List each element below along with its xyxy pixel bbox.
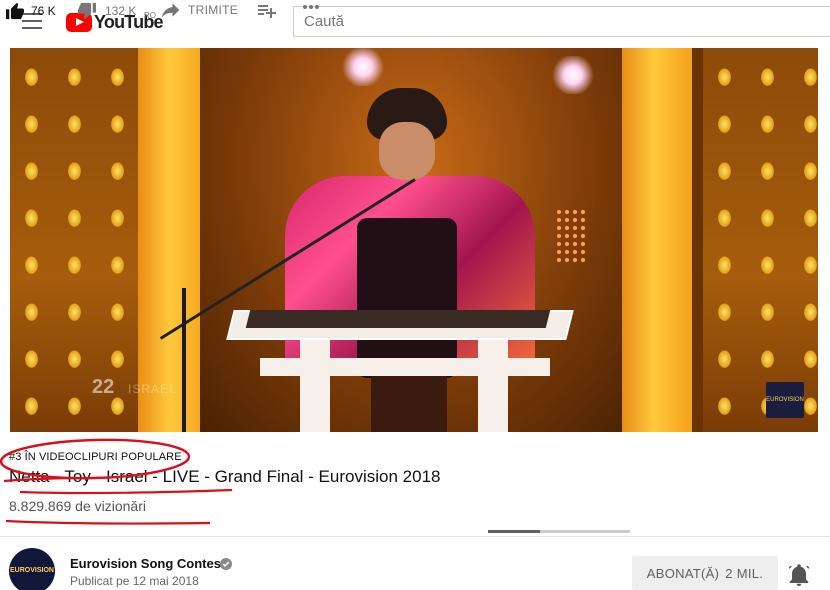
divider [0, 536, 830, 537]
eurovision-watermark: EUROVISION [766, 382, 804, 418]
add-to-playlist-button[interactable] [258, 4, 276, 18]
view-count: 8.829.869 de vizionări [9, 498, 146, 514]
trending-tag[interactable]: #3 ÎN VIDEOCLIPURI POPULARE [9, 451, 182, 463]
dislike-count: 132 K [105, 4, 137, 18]
performer-country: ISRAEL [128, 382, 177, 396]
subscribe-label: ABONAT(Ă) [646, 565, 720, 581]
spotlight [550, 56, 596, 94]
country-code: RO [144, 11, 156, 20]
spotlight [340, 48, 386, 86]
share-label: TRIMITE [188, 3, 239, 17]
thumbs-down-icon [78, 2, 96, 20]
annotation-underline-views [5, 519, 211, 525]
stage-light-right [622, 48, 692, 432]
annotation-underline-title [19, 488, 233, 495]
microphone-pole [182, 288, 186, 432]
share-button[interactable]: TRIMITE [162, 2, 238, 18]
more-dots-icon [303, 5, 319, 9]
share-arrow-icon [162, 3, 180, 18]
verified-check-icon [220, 558, 232, 570]
publish-date: Publicat pe 12 mai 2018 [70, 574, 199, 588]
led-grid [555, 208, 587, 266]
stage-light-left [138, 48, 208, 432]
sentiment-bar [488, 530, 630, 533]
like-button[interactable]: 76 K [5, 2, 56, 20]
like-count: 76 K [31, 4, 56, 18]
video-title: Netta - Toy - Israel - LIVE - Grand Fina… [9, 467, 441, 486]
thumbs-up-icon [6, 2, 24, 20]
sentiment-bar-likes [488, 530, 540, 533]
performer-number: 22 [92, 376, 115, 398]
channel-name[interactable]: Eurovision Song Contest [70, 556, 225, 571]
subscribed-button[interactable]: ABONAT(Ă) 2 MIL. [632, 556, 778, 590]
subscriber-count: 2 MIL. [725, 565, 764, 581]
search-input[interactable] [293, 6, 830, 37]
video-player[interactable]: 22 ISRAEL EUROVISION [10, 48, 818, 432]
more-actions-button[interactable] [302, 4, 320, 10]
stage-wall-left [10, 48, 140, 432]
playlist-add-icon [258, 5, 276, 18]
notification-bell-icon[interactable] [788, 564, 810, 590]
stage-wall-right [703, 48, 818, 432]
channel-avatar[interactable]: EUROVISION [9, 548, 55, 590]
dislike-button[interactable]: 132 K [77, 2, 136, 20]
